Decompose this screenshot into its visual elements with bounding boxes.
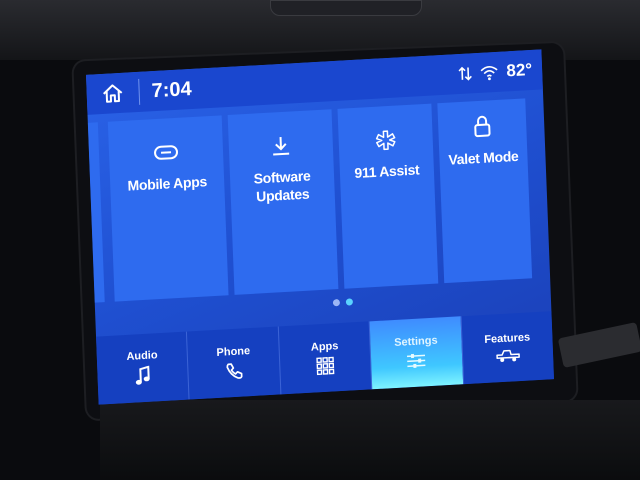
- tile-911-assist[interactable]: 911 Assist: [337, 103, 439, 289]
- tile-label: 911 Assist: [354, 161, 420, 181]
- nav-audio[interactable]: Audio: [96, 331, 190, 405]
- page-indicator: [332, 298, 354, 307]
- tile-label: Software Updates: [253, 167, 311, 205]
- nav-label: Apps: [310, 340, 339, 354]
- music-note-icon: [134, 365, 151, 387]
- home-button[interactable]: [86, 72, 139, 115]
- dashboard-bottom: [100, 400, 640, 480]
- divider: [138, 78, 141, 105]
- nav-apps[interactable]: Apps: [278, 321, 373, 395]
- tile-software-updates[interactable]: Software Updates: [227, 109, 339, 295]
- data-transfer-icon: [458, 65, 473, 82]
- home-icon: [101, 83, 124, 104]
- apps-grid-icon: [316, 356, 335, 376]
- sliders-icon: [406, 351, 427, 370]
- phone-icon: [225, 362, 244, 381]
- nav-label: Features: [484, 331, 531, 346]
- nav-label: Settings: [393, 334, 438, 350]
- outside-temperature: 82°: [506, 59, 533, 81]
- truck-icon: [496, 348, 521, 363]
- nav-label: Audio: [126, 349, 158, 363]
- page-dot-active[interactable]: [345, 298, 354, 306]
- nav-features[interactable]: Features: [461, 311, 554, 384]
- status-indicators: 82°: [458, 59, 542, 84]
- tile-label: Mobile Apps: [127, 173, 208, 194]
- nav-phone[interactable]: Phone: [187, 326, 282, 400]
- tile-mobile-apps[interactable]: Mobile Apps: [107, 115, 229, 302]
- emergency-asterisk-icon: [374, 128, 397, 153]
- nav-label: Phone: [216, 345, 251, 359]
- clock: 7:04: [151, 77, 193, 102]
- nav-settings[interactable]: Settings: [369, 316, 464, 390]
- infotainment-screen: 7:04 82° Mobile Apps Software Updates 91…: [85, 49, 555, 405]
- download-icon: [269, 133, 292, 158]
- tile-label: Valet Mode: [448, 147, 519, 168]
- settings-tiles: Mobile Apps Software Updates 911 Assist …: [87, 97, 551, 312]
- tile-valet-mode[interactable]: Valet Mode: [437, 98, 533, 284]
- link-icon: [153, 140, 180, 165]
- lock-icon: [472, 114, 493, 139]
- dashboard-vent: [270, 0, 422, 16]
- page-dot[interactable]: [332, 298, 341, 307]
- wifi-icon: [480, 64, 499, 81]
